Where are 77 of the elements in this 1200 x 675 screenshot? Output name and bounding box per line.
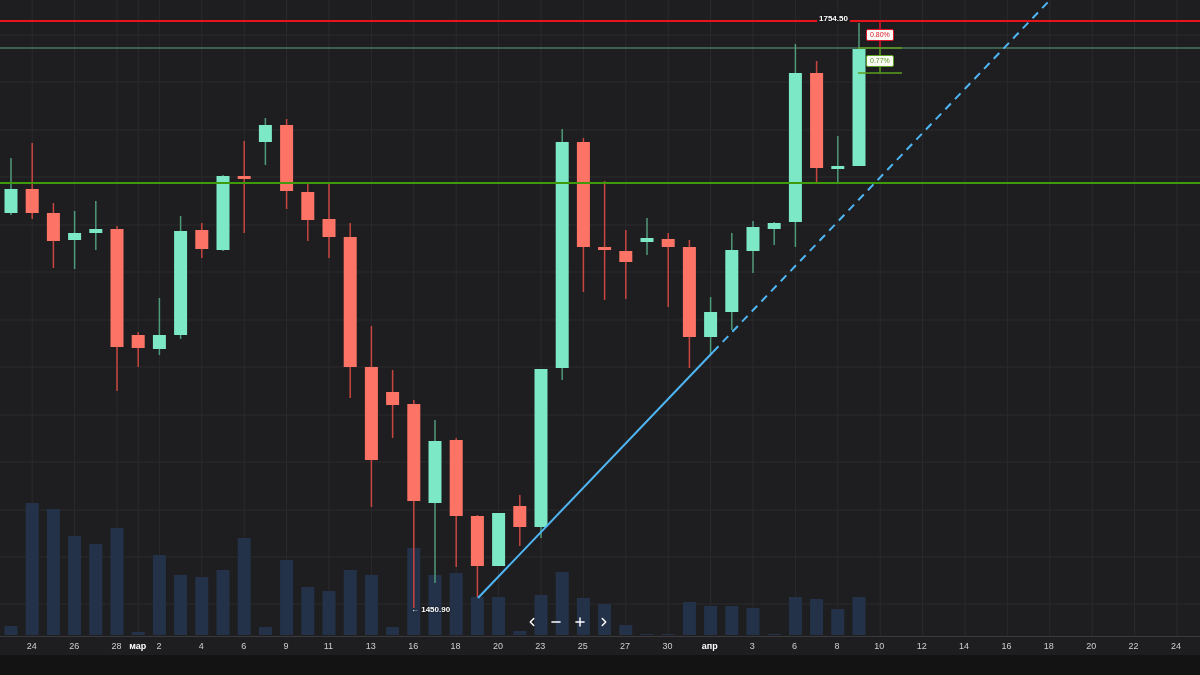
high-price-label: 1754.50 bbox=[817, 13, 850, 25]
volume-bar bbox=[682, 602, 696, 635]
volume-bar bbox=[492, 597, 506, 635]
candle bbox=[513, 494, 527, 547]
volume-bar bbox=[788, 597, 802, 635]
candle bbox=[746, 220, 760, 274]
date-label: 8 bbox=[834, 640, 840, 652]
date-label: 9 bbox=[283, 640, 289, 652]
candle bbox=[131, 331, 145, 368]
date-label: 12 bbox=[916, 640, 927, 652]
candle bbox=[195, 222, 209, 259]
volume-bar bbox=[555, 572, 569, 635]
volume-bar bbox=[810, 599, 824, 635]
volume-bar bbox=[746, 608, 760, 635]
date-label: 18 bbox=[450, 640, 461, 652]
candle bbox=[46, 202, 60, 269]
date-label: 23 bbox=[535, 640, 546, 652]
volume-bar bbox=[364, 575, 378, 635]
date-label: 16 bbox=[1001, 640, 1012, 652]
date-label: 3 bbox=[749, 640, 755, 652]
candle bbox=[767, 221, 781, 246]
volume-bar bbox=[852, 597, 866, 635]
date-label: 30 bbox=[662, 640, 673, 652]
volume-bar bbox=[534, 595, 548, 635]
volume-bar bbox=[322, 591, 336, 635]
volume-bar bbox=[704, 606, 718, 635]
date-label: 6 bbox=[241, 640, 247, 652]
volume-bar bbox=[725, 606, 739, 635]
month-label: апр bbox=[701, 640, 718, 652]
date-label: 18 bbox=[1043, 640, 1054, 652]
candle bbox=[640, 217, 654, 256]
date-label: 20 bbox=[492, 640, 503, 652]
volume-bar bbox=[598, 604, 612, 635]
date-label: 4 bbox=[198, 640, 204, 652]
candle bbox=[831, 135, 845, 184]
low-price-label: ← 1450.90 bbox=[411, 604, 451, 616]
month-label: мар bbox=[129, 640, 147, 652]
candle bbox=[152, 297, 166, 356]
candle bbox=[258, 117, 272, 166]
volume-bar bbox=[470, 597, 484, 635]
candle bbox=[4, 157, 18, 216]
measure-bracket bbox=[857, 21, 903, 74]
date-label: 24 bbox=[26, 640, 37, 652]
volume-bar bbox=[343, 570, 357, 635]
volume-bar bbox=[174, 575, 188, 635]
volume-bar bbox=[216, 570, 230, 635]
candle bbox=[89, 200, 103, 251]
date-label: 25 bbox=[577, 640, 588, 652]
volume-bar bbox=[576, 598, 590, 635]
volume-bar bbox=[386, 627, 400, 635]
candle bbox=[386, 369, 400, 439]
volume-bar bbox=[301, 587, 315, 635]
candle bbox=[619, 229, 633, 300]
date-label: 10 bbox=[874, 640, 885, 652]
date-label: 28 bbox=[111, 640, 122, 652]
candle bbox=[68, 210, 82, 270]
plus-icon bbox=[573, 615, 587, 629]
date-label: 2 bbox=[156, 640, 162, 652]
volume-bar bbox=[4, 626, 18, 635]
volume-bar bbox=[619, 625, 633, 635]
volume-bar bbox=[258, 627, 272, 635]
date-label: 13 bbox=[365, 640, 376, 652]
date-label: 6 bbox=[792, 640, 798, 652]
date-label: 14 bbox=[959, 640, 970, 652]
date-label: 20 bbox=[1086, 640, 1097, 652]
candle bbox=[492, 512, 506, 567]
date-label: 16 bbox=[408, 640, 419, 652]
volume-bar bbox=[195, 577, 209, 635]
candle bbox=[704, 296, 718, 356]
volume-bar bbox=[449, 573, 463, 635]
date-label: 24 bbox=[1170, 640, 1181, 652]
date-label: 22 bbox=[1128, 640, 1139, 652]
date-label: 27 bbox=[620, 640, 631, 652]
date-label: 26 bbox=[69, 640, 80, 652]
volume-bar bbox=[831, 609, 845, 635]
candle bbox=[301, 181, 315, 242]
date-label: 11 bbox=[323, 640, 334, 652]
